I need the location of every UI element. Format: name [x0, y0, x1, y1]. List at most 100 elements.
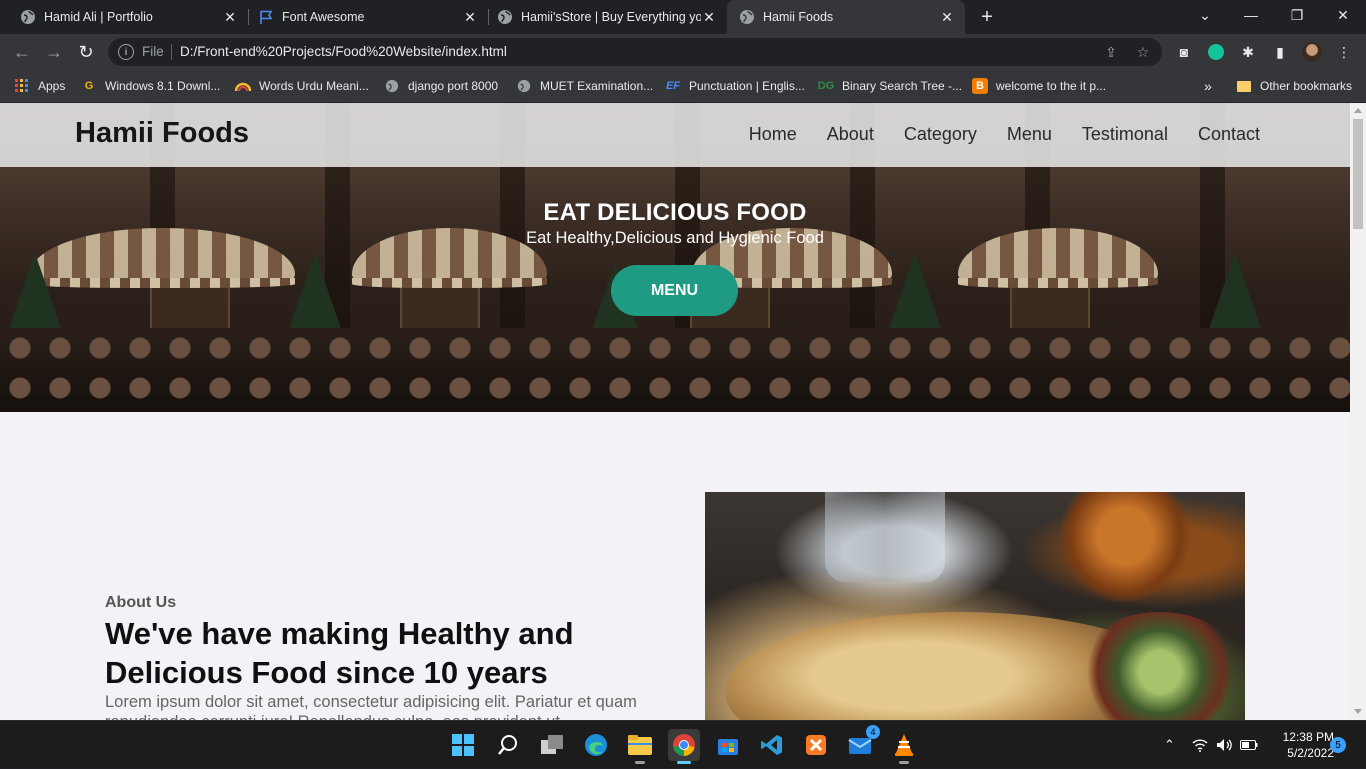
battery-icon[interactable]	[1240, 721, 1258, 769]
tab-hamiis-store[interactable]: Hamii'sStore | Buy Everything you ✕	[477, 0, 727, 34]
clock-time: 12:38 PM	[1282, 730, 1334, 744]
tab-font-awesome[interactable]: Font Awesome ✕	[238, 0, 488, 34]
address-bar[interactable]: i File D:/Front-end%20Projects/Food%20We…	[108, 38, 1162, 66]
bookmarks-bar: Apps G Windows 8.1 Downl... Words Urdu M…	[0, 70, 1366, 102]
info-icon[interactable]: i	[118, 44, 134, 60]
site-brand[interactable]: Hamii Foods	[75, 117, 249, 150]
globe-icon	[20, 9, 36, 25]
vlc-icon[interactable]	[888, 729, 920, 764]
edge-icon[interactable]	[580, 729, 612, 761]
camera-extension-icon[interactable]: ◙	[1174, 42, 1194, 62]
file-scheme-label: File	[142, 44, 164, 59]
notification-badge[interactable]: 5	[1330, 737, 1346, 753]
taskbar-clock[interactable]: 12:38 PM 5/2/2022	[1264, 729, 1334, 761]
task-view-icon[interactable]	[536, 729, 568, 761]
tab-strip: Hamid Ali | Portfolio ✕ Font Awesome ✕ H…	[0, 0, 1366, 34]
tab-portfolio[interactable]: Hamid Ali | Portfolio ✕	[0, 0, 248, 34]
globe-icon	[516, 78, 532, 94]
close-tab-icon[interactable]: ✕	[701, 9, 717, 25]
site-navbar: Hamii Foods Home About Category Menu Tes…	[0, 103, 1350, 167]
xampp-icon[interactable]	[800, 729, 832, 761]
active-indicator	[677, 761, 691, 764]
close-tab-icon[interactable]: ✕	[222, 9, 238, 25]
nav-links: Home About Category Menu Testimonal Cont…	[749, 124, 1260, 145]
nav-link-home[interactable]: Home	[749, 124, 797, 145]
dg-logo-icon: DG	[817, 80, 835, 92]
flag-icon	[258, 9, 274, 25]
about-text: Lorem ipsum dolor sit amet, consectetur …	[105, 693, 637, 720]
apps-grid-icon	[14, 78, 30, 94]
bookmark-punctuation[interactable]: EF Punctuation | Englis...	[665, 77, 805, 95]
nav-link-menu[interactable]: Menu	[1007, 124, 1052, 145]
water-glass-decoration	[825, 492, 945, 582]
restore-button[interactable]: ❐	[1274, 0, 1320, 30]
globe-icon	[497, 9, 513, 25]
close-tab-icon[interactable]: ✕	[462, 9, 478, 25]
share-icon[interactable]: ⇪	[1102, 43, 1120, 61]
hero-title: EAT DELICIOUS FOOD	[543, 199, 807, 226]
mail-icon[interactable]: 4	[844, 725, 880, 761]
tab-search-chevron-icon[interactable]: ⌄	[1182, 0, 1228, 30]
about-food-image	[705, 492, 1245, 720]
url-text[interactable]: D:/Front-end%20Projects/Food%20Website/i…	[180, 44, 507, 59]
extensions-puzzle-icon[interactable]: ✱	[1238, 42, 1258, 62]
windows-start-icon[interactable]	[447, 729, 479, 761]
vscode-icon[interactable]	[756, 729, 788, 761]
nav-link-about[interactable]: About	[827, 124, 874, 145]
search-icon[interactable]	[492, 729, 524, 761]
back-button[interactable]: ←	[10, 40, 34, 64]
new-tab-button[interactable]: +	[976, 6, 998, 28]
hero-menu-button[interactable]: MENU	[611, 265, 738, 316]
scroll-up-arrow[interactable]	[1354, 108, 1362, 113]
salad-decoration	[1075, 612, 1245, 720]
bookmark-binary-search-tree[interactable]: DG Binary Search Tree -...	[818, 77, 962, 95]
crowd-decoration	[0, 328, 1350, 412]
bookmark-blogger[interactable]: B welcome to the it p...	[972, 77, 1106, 95]
bookmark-muet[interactable]: MUET Examination...	[516, 77, 653, 95]
minimize-button[interactable]: —	[1228, 0, 1274, 30]
profile-avatar[interactable]	[1302, 42, 1322, 62]
scroll-down-arrow[interactable]	[1354, 709, 1362, 714]
tab-hamii-foods[interactable]: Hamii Foods ✕	[727, 0, 965, 34]
beer-glass-decoration	[1060, 492, 1190, 602]
chrome-icon[interactable]	[668, 729, 700, 764]
grammarly-extension-icon[interactable]	[1206, 42, 1226, 62]
running-indicator	[635, 761, 645, 764]
nav-link-category[interactable]: Category	[904, 124, 977, 145]
volume-icon[interactable]	[1216, 721, 1234, 769]
nav-link-testimonal[interactable]: Testimonal	[1082, 124, 1168, 145]
scrollbar-thumb[interactable]	[1353, 119, 1363, 229]
hero-subtitle: Eat Healthy,Delicious and Hygienic Food	[526, 229, 824, 247]
hero-section: Hamii Foods Home About Category Menu Tes…	[0, 103, 1350, 412]
clock-date: 5/2/2022	[1287, 746, 1334, 760]
wifi-icon[interactable]	[1192, 721, 1208, 769]
menu-kebab-icon[interactable]: ⋮	[1334, 42, 1354, 62]
folder-icon	[1236, 78, 1252, 94]
nav-link-contact[interactable]: Contact	[1198, 124, 1260, 145]
bookmark-windows-download[interactable]: G Windows 8.1 Downl...	[81, 77, 221, 95]
bookmark-star-icon[interactable]: ☆	[1134, 43, 1152, 61]
bookmarks-overflow-button[interactable]: »	[1204, 77, 1212, 95]
file-explorer-icon[interactable]	[624, 729, 656, 764]
browser-toolbar: ← → ↻ i File D:/Front-end%20Projects/Foo…	[0, 34, 1366, 70]
about-title: We've have making Healthy and Delicious …	[105, 616, 574, 690]
side-panel-icon[interactable]: ▮	[1270, 42, 1290, 62]
about-kicker: About Us	[105, 594, 177, 611]
page-scrollbar[interactable]	[1350, 103, 1366, 720]
rainbow-icon	[235, 78, 251, 94]
running-indicator	[899, 761, 909, 764]
blogger-icon: B	[972, 78, 988, 94]
other-bookmarks-folder[interactable]: Other bookmarks	[1236, 77, 1352, 95]
windows-taskbar: 4 ⌃ 12:38 PM 5/2/2022 5	[0, 720, 1366, 768]
bookmark-words-urdu[interactable]: Words Urdu Meani...	[235, 77, 369, 95]
reload-button[interactable]: ↻	[74, 40, 98, 64]
divider	[171, 44, 172, 60]
bookmark-apps[interactable]: Apps	[14, 77, 65, 95]
close-tab-icon[interactable]: ✕	[939, 9, 955, 25]
show-hidden-icons-chevron[interactable]: ⌃	[1164, 721, 1175, 769]
close-window-button[interactable]: ✕	[1320, 0, 1366, 30]
bookmark-django[interactable]: django port 8000	[384, 77, 498, 95]
globe-icon	[739, 9, 755, 25]
forward-button[interactable]: →	[42, 40, 66, 64]
microsoft-store-icon[interactable]	[712, 729, 744, 761]
